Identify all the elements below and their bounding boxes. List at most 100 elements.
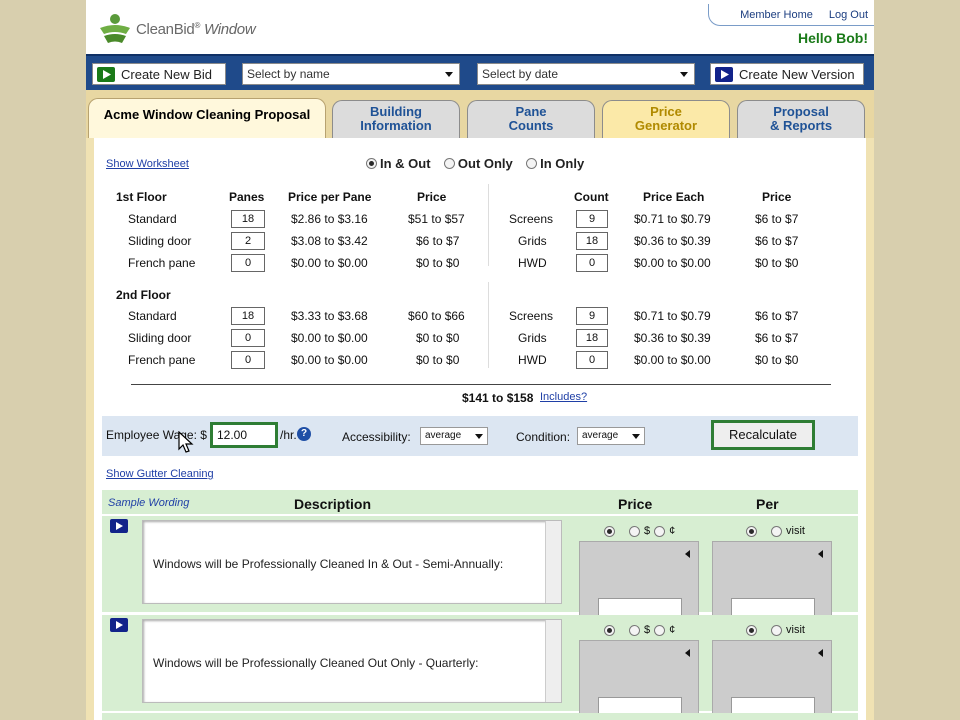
price-each: $0.71 to $0.79 (634, 212, 711, 226)
radio-selected-icon[interactable] (746, 525, 757, 537)
show-worksheet-link[interactable]: Show Worksheet (106, 158, 189, 170)
radio-icon[interactable] (654, 525, 666, 537)
radio-icon[interactable] (771, 624, 782, 636)
panes-header: Panes (229, 190, 265, 204)
price-unit-radios: $ ¢ (604, 525, 675, 537)
extra-price: $6 to $7 (755, 309, 799, 323)
app-window: CleanBid® Window Member Home Log Out Hel… (86, 0, 874, 720)
panes-input[interactable]: 0 (231, 329, 265, 347)
count-input[interactable]: 18 (576, 329, 608, 347)
scrollbar[interactable] (545, 521, 561, 603)
select-by-name-dropdown[interactable]: Select by name (242, 63, 460, 85)
panes-input[interactable]: 18 (231, 210, 265, 228)
select-by-date-dropdown[interactable]: Select by date (477, 63, 695, 85)
count-header: Count (574, 190, 609, 204)
count-input[interactable]: 9 (576, 307, 608, 325)
count-input[interactable]: 9 (576, 210, 608, 228)
logo: CleanBid® Window (96, 12, 256, 46)
wording-textarea[interactable]: Windows will be Professionally Cleaned I… (142, 520, 562, 604)
description-header: Description (294, 496, 372, 512)
pane-type: Sliding door (128, 234, 192, 248)
panes-input[interactable]: 2 (231, 232, 265, 250)
chevron-down-icon (632, 434, 640, 439)
includes-link[interactable]: Includes? (540, 391, 587, 403)
radio-selected-icon[interactable] (604, 624, 615, 636)
radio-out-only[interactable]: Out Only (443, 156, 513, 171)
price-select-box[interactable] (579, 640, 699, 720)
chevron-down-icon (475, 434, 483, 439)
tab-proposal-name[interactable]: Acme Window Cleaning Proposal (88, 98, 326, 139)
tab-pane-counts[interactable]: Pane Counts (467, 100, 595, 138)
extra-type: Grids (518, 234, 547, 248)
wording-footer (102, 713, 858, 720)
create-new-bid-label: Create New Bid (121, 66, 213, 82)
wage-unit: /hr. (280, 428, 297, 442)
tab-label: Building Information (360, 104, 432, 133)
radio-in-out[interactable]: In & Out (366, 156, 431, 171)
create-new-version-button[interactable]: Create New Version (710, 63, 864, 85)
accessibility-select[interactable]: average (420, 427, 488, 445)
scrollbar[interactable] (545, 620, 561, 702)
total-price: $141 to $158 (462, 391, 534, 405)
per-unit-radios: visit (746, 624, 805, 636)
log-out-link[interactable]: Log Out (829, 9, 868, 21)
per-column-header: Per (756, 496, 779, 512)
show-gutter-cleaning-link[interactable]: Show Gutter Cleaning (106, 468, 214, 480)
price-unit-radios: $ ¢ (604, 624, 675, 636)
panes-input[interactable]: 18 (231, 307, 265, 325)
condition-select[interactable]: average (577, 427, 645, 445)
count-input[interactable]: 0 (576, 254, 608, 272)
extra-price: $6 to $7 (755, 212, 799, 226)
radio-selected-icon[interactable] (604, 525, 615, 537)
radio-icon[interactable] (629, 624, 640, 636)
radio-icon[interactable] (654, 624, 666, 636)
price-per-pane: $0.00 to $0.00 (291, 256, 368, 270)
recalculate-button[interactable]: Recalculate (711, 420, 815, 450)
play-icon[interactable] (110, 618, 128, 632)
price-range: $0 to $0 (416, 256, 460, 270)
price-range: $6 to $7 (416, 234, 460, 248)
pane-type: Standard (128, 309, 177, 323)
radio-selected-icon[interactable] (746, 624, 757, 636)
select-by-name-label: Select by name (247, 67, 330, 81)
panes-input[interactable]: 0 (231, 254, 265, 272)
price-per-pane: $0.00 to $0.00 (291, 331, 368, 345)
divider (488, 282, 489, 368)
price-per-pane: $2.86 to $3.16 (291, 212, 368, 226)
condition-label: Condition: (516, 430, 571, 444)
create-new-version-label: Create New Version (739, 66, 855, 82)
wording-textarea[interactable]: Windows will be Professionally Cleaned O… (142, 619, 562, 703)
per-select-box[interactable] (712, 640, 832, 720)
radio-in-only[interactable]: In Only (526, 156, 584, 171)
employee-wage-input[interactable]: 12.00 (210, 422, 278, 448)
price-range: $0 to $0 (416, 353, 460, 367)
toolbar: Create New Bid Select by name Select by … (86, 54, 874, 90)
count-input[interactable]: 0 (576, 351, 608, 369)
tab-proposal-reports[interactable]: Proposal & Reports (737, 100, 865, 138)
panes-input[interactable]: 0 (231, 351, 265, 369)
extra-price: $6 to $7 (755, 331, 799, 345)
tab-price-generator[interactable]: Price Generator (602, 100, 730, 138)
create-new-bid-button[interactable]: Create New Bid (92, 63, 226, 85)
price-per-pane-header: Price per Pane (288, 190, 372, 204)
extra-price: $0 to $0 (755, 256, 799, 270)
help-icon[interactable]: ? (297, 427, 311, 441)
sample-wording-link[interactable]: Sample Wording (108, 497, 189, 509)
radio-icon[interactable] (629, 525, 640, 537)
radio-icon[interactable] (771, 525, 782, 537)
price-each: $0.36 to $0.39 (634, 331, 711, 345)
radio-icon (443, 158, 455, 169)
tab-building-information[interactable]: Building Information (332, 100, 460, 138)
count-input[interactable]: 18 (576, 232, 608, 250)
radio-selected-icon (366, 158, 377, 169)
price-range: $0 to $0 (416, 331, 460, 345)
extra-price: $6 to $7 (755, 234, 799, 248)
member-home-link[interactable]: Member Home (740, 9, 813, 21)
chevron-down-icon (445, 72, 453, 77)
play-icon[interactable] (110, 519, 128, 533)
extra-type: HWD (518, 256, 547, 270)
extra-price: $0 to $0 (755, 353, 799, 367)
pane-type: French pane (128, 353, 196, 367)
tab-label: Pane Counts (508, 104, 554, 133)
price-each: $0.36 to $0.39 (634, 234, 711, 248)
